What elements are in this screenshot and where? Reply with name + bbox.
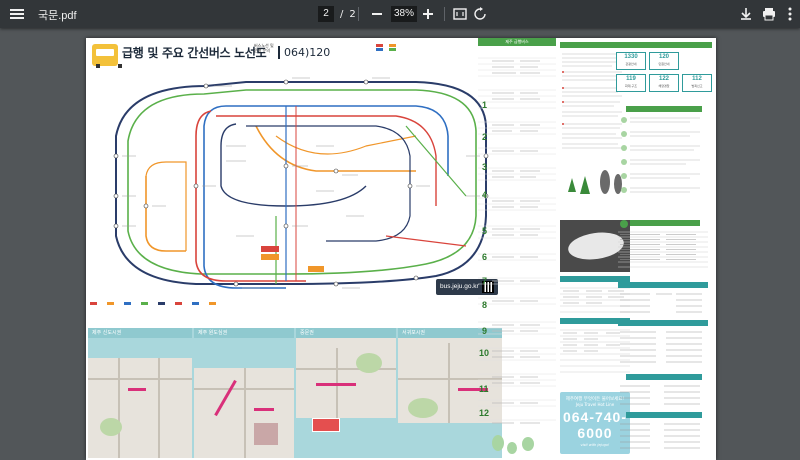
phone-card-label: 화재·구조: [625, 84, 637, 88]
phone-card-number: 122: [658, 76, 669, 82]
route-number: 4: [482, 190, 488, 200]
route-number: 6: [482, 252, 488, 262]
pdf-toolbar: 국문.pdf 2 / 2 38%: [0, 0, 800, 28]
route-number: 1: [482, 100, 488, 110]
map-title: 급행 및 주요 간선버스 노선도: [122, 46, 267, 60]
phone-cards: 1330 관광안내 120 민원안내 119 화재·구조 122 해양경찰 11…: [616, 44, 712, 104]
page-number-input[interactable]: 2: [318, 6, 334, 22]
more-vert-icon[interactable]: [782, 6, 798, 22]
phone-card-number: 1330: [624, 54, 638, 60]
route-map: [113, 77, 489, 289]
phone-card: 122 해양경찰: [649, 74, 679, 92]
menu-icon[interactable]: [10, 7, 24, 21]
phone-card-number: 120: [658, 54, 669, 60]
fit-page-icon[interactable]: [452, 6, 468, 22]
area-map-title: 제주 신도시권: [88, 328, 192, 338]
bus-logo-icon: [92, 44, 122, 68]
page-separator: /: [340, 8, 344, 20]
area-map-title: 중문권: [296, 328, 396, 338]
area-map-jungmun: 중문권: [296, 328, 396, 458]
phone-card: 112 범죄신고: [682, 74, 712, 92]
route-number: 7: [482, 276, 488, 286]
route-legend: [90, 300, 502, 328]
file-title: 국문.pdf: [38, 10, 77, 22]
zoom-out-icon[interactable]: [370, 6, 384, 22]
map-phone: 064)120: [278, 46, 330, 59]
toolbar-divider: [444, 7, 445, 21]
zoom-level-input[interactable]: 38%: [391, 6, 417, 22]
print-icon[interactable]: [761, 6, 777, 22]
route-number: 8: [482, 300, 488, 310]
right-info-tables: [618, 106, 708, 449]
map-legend: [376, 43, 466, 59]
route-number: 9: [482, 326, 488, 336]
phone-card: 120 민원안내: [649, 52, 679, 70]
route-number: 2: [482, 132, 488, 142]
area-map-title: 제주 원도심권: [194, 328, 294, 338]
area-map-jeju-old-city: 제주 원도심권: [194, 328, 294, 458]
phone-card: 119 화재·구조: [616, 74, 646, 92]
area-map-jeju-new-city: 제주 신도시권: [88, 328, 192, 458]
phone-card-number: 112: [692, 76, 702, 82]
phone-card-label: 관광안내: [625, 62, 637, 66]
route-number: 12: [479, 408, 490, 418]
route-number: 5: [482, 226, 488, 236]
download-icon[interactable]: [738, 6, 754, 22]
phone-card: 1330 관광안내: [616, 52, 646, 70]
route-number: 11: [479, 384, 489, 394]
page-indicator: 2 / 2: [318, 6, 356, 22]
toolbar-divider: [358, 7, 359, 21]
route-list-header: 제주 급행버스: [478, 38, 556, 46]
route-list-rows: [478, 57, 556, 454]
duty-free-badge: [312, 418, 340, 432]
zoom-in-icon[interactable]: [421, 6, 435, 22]
phone-card-label: 민원안내: [658, 62, 670, 66]
phone-card-label: 범죄신고: [691, 84, 703, 88]
area-maps: 제주 신도시권 제주 원도심권 중문권 서귀포시권: [88, 328, 502, 458]
map-subtitle: 버스노선 및 운행 문의: [254, 43, 274, 53]
document-viewer[interactable]: 급행 및 주요 간선버스 노선도 버스노선 및 운행 문의 064)120 bu…: [0, 28, 800, 460]
phone-card-number: 119: [626, 76, 636, 82]
route-number: 3: [482, 162, 488, 172]
total-pages: 2: [349, 8, 356, 20]
rotate-icon[interactable]: [472, 6, 488, 22]
pdf-page: 급행 및 주요 간선버스 노선도 버스노선 및 운행 문의 064)120 bu…: [86, 38, 716, 460]
route-number: 10: [479, 348, 490, 358]
phone-card-label: 해양경찰: [658, 84, 670, 88]
